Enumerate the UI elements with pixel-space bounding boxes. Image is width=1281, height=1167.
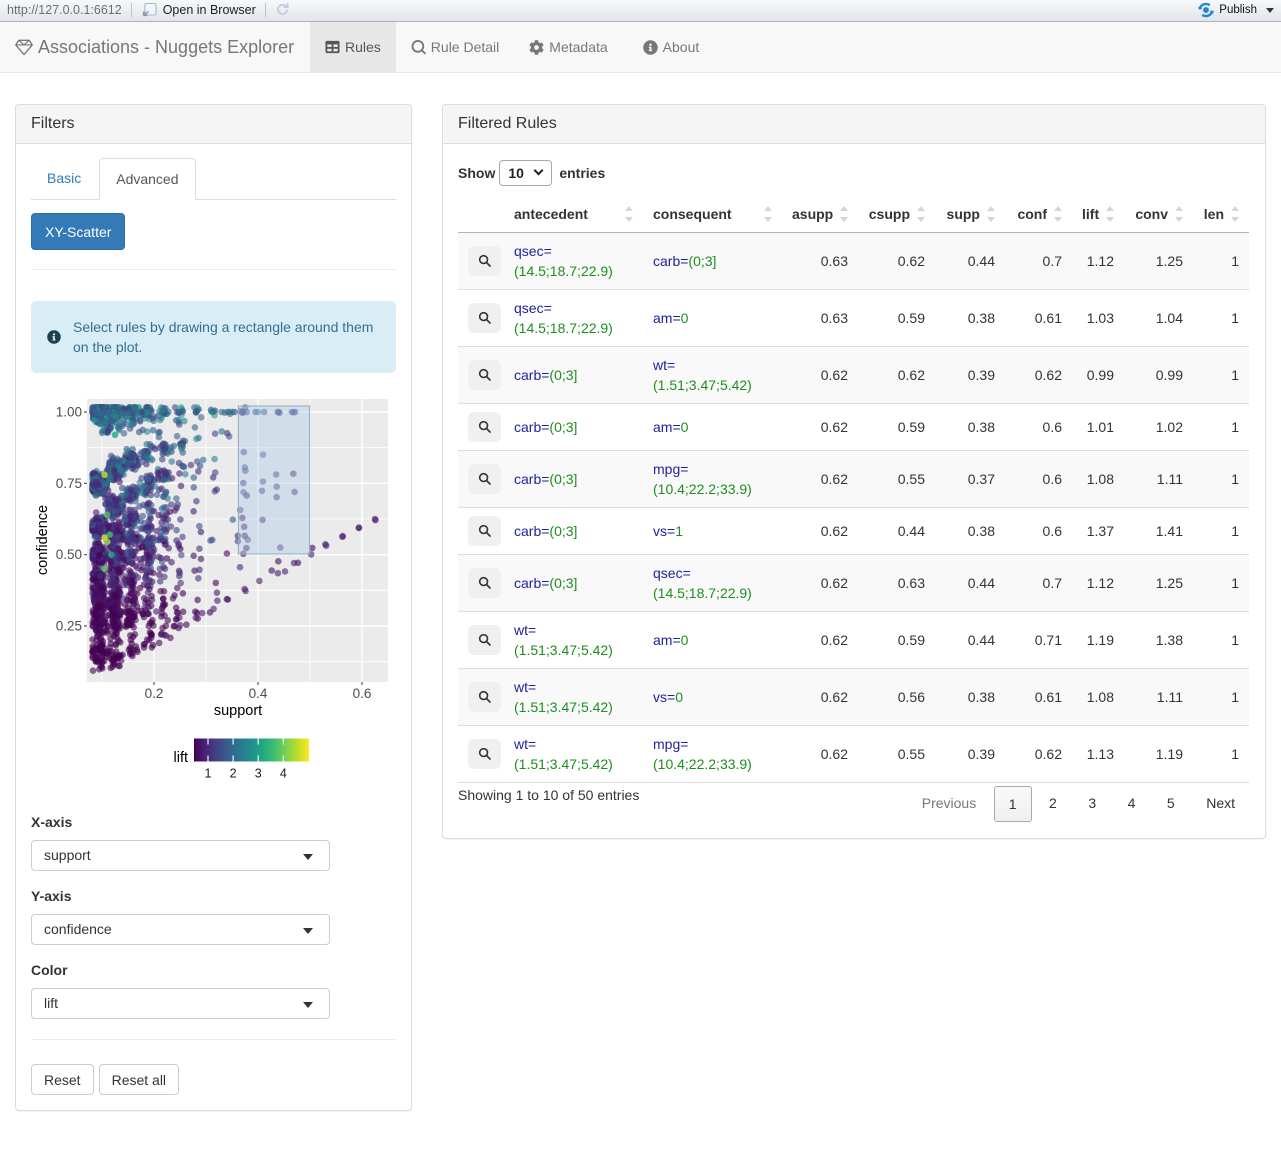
svg-text:0.4: 0.4 bbox=[249, 686, 268, 701]
svg-text:2: 2 bbox=[230, 767, 237, 781]
svg-text:1: 1 bbox=[205, 767, 212, 781]
svg-text:confidence: confidence bbox=[35, 505, 51, 575]
svg-text:0.50: 0.50 bbox=[56, 547, 82, 562]
svg-text:0.6: 0.6 bbox=[353, 686, 372, 701]
svg-text:0.2: 0.2 bbox=[145, 686, 164, 701]
svg-text:lift: lift bbox=[174, 750, 189, 766]
svg-text:4: 4 bbox=[280, 767, 287, 781]
svg-text:0.75: 0.75 bbox=[56, 476, 82, 491]
svg-text:0.25: 0.25 bbox=[56, 619, 82, 634]
svg-text:1.00: 1.00 bbox=[56, 405, 82, 420]
svg-text:support: support bbox=[214, 703, 262, 719]
svg-text:3: 3 bbox=[255, 767, 262, 781]
